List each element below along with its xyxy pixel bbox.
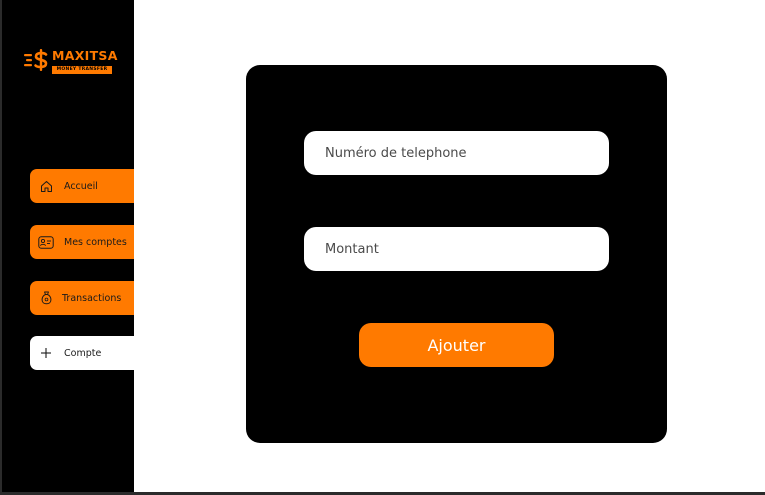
money-bag-icon <box>38 290 54 306</box>
phone-number-input[interactable] <box>304 131 609 175</box>
sidebar-item-mes-comptes[interactable]: Mes comptes <box>30 225 134 259</box>
sidebar-item-label: Mes comptes <box>64 236 127 248</box>
sidebar-item-label: Accueil <box>64 180 98 192</box>
brand-name: MAXITSA <box>52 48 118 63</box>
home-icon <box>38 178 54 194</box>
dollar-speed-icon <box>24 49 48 71</box>
add-account-form-card: Ajouter <box>246 65 667 443</box>
plus-icon <box>38 345 54 361</box>
sidebar-item-accueil[interactable]: Accueil <box>30 169 134 203</box>
sidebar: MAXITSA MONEY TRANSFER Accueil Mes compt… <box>2 0 134 492</box>
amount-input[interactable] <box>304 227 609 271</box>
sidebar-item-label: Transactions <box>62 292 122 304</box>
id-card-icon <box>38 234 54 250</box>
add-button[interactable]: Ajouter <box>359 323 554 367</box>
sidebar-item-compte[interactable]: Compte <box>30 336 134 370</box>
brand-logo: MAXITSA MONEY TRANSFER <box>24 46 124 76</box>
sidebar-item-transactions[interactable]: Transactions <box>30 281 134 315</box>
sidebar-item-label: Compte <box>64 347 102 359</box>
brand-tagline: MONEY TRANSFER <box>52 66 112 74</box>
